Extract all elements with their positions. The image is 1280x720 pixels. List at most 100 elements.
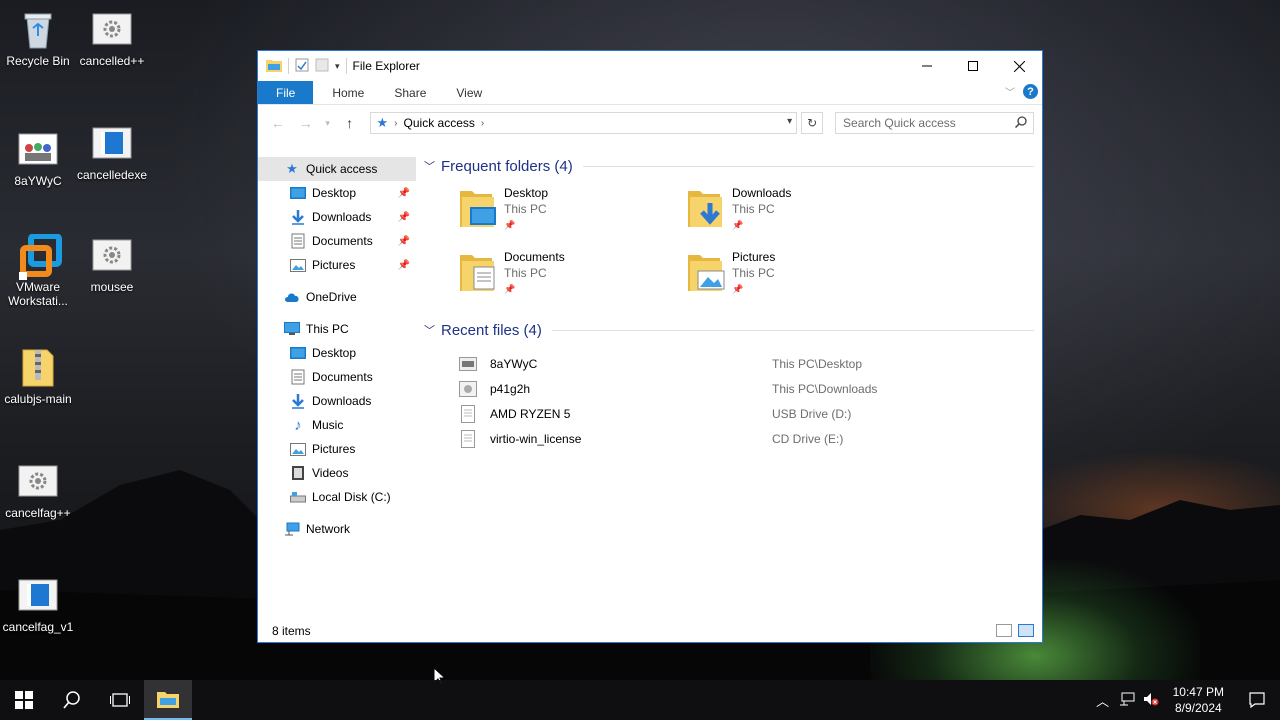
search-icon[interactable] <box>1014 116 1027 131</box>
navigation-pane[interactable]: ★ Quick access Desktop 📌 Downloads 📌 Doc… <box>258 151 416 620</box>
details-view-icon[interactable] <box>996 624 1012 637</box>
desktop-icon-cancelled-plus[interactable]: cancelled++ <box>74 8 150 68</box>
nav-pc-documents[interactable]: Documents <box>258 365 416 389</box>
nav-pc-videos[interactable]: Videos <box>258 461 416 485</box>
nav-onedrive[interactable]: OneDrive <box>258 285 416 309</box>
nav-quick-access[interactable]: ★ Quick access <box>258 157 416 181</box>
pin-icon[interactable]: 📌 <box>398 236 410 247</box>
pin-icon[interactable]: 📌 <box>398 188 410 199</box>
customize-toolbar-icon[interactable]: ▾ <box>335 61 340 72</box>
chevron-down-icon[interactable]: ﹀ <box>424 322 435 338</box>
nav-quick-documents[interactable]: Documents 📌 <box>258 229 416 253</box>
start-button[interactable] <box>0 680 48 720</box>
recent-files-header[interactable]: ﹀ Recent files (4) <box>424 317 1042 343</box>
search-icon <box>63 691 80 709</box>
app-window-icon <box>91 122 133 164</box>
nav-this-pc[interactable]: This PC <box>258 317 416 341</box>
volume-muted-icon[interactable] <box>1139 692 1163 709</box>
tab-home[interactable]: Home <box>317 81 379 104</box>
nav-pc-local-disk[interactable]: Local Disk (C:) <box>258 485 416 509</box>
videos-icon <box>290 465 306 481</box>
search-button[interactable] <box>48 680 96 720</box>
view-toggles <box>996 624 1034 637</box>
windows-logo-icon <box>15 691 33 709</box>
chevron-right-icon[interactable]: › <box>394 118 397 129</box>
desktop-icon-recycle-bin[interactable]: Recycle Bin <box>0 8 76 68</box>
folder-tile-documents[interactable]: Documents This PC 📌 <box>458 249 686 305</box>
expand-ribbon-icon[interactable]: ﹀ <box>1005 84 1015 99</box>
nav-label: Desktop <box>312 346 357 360</box>
pin-icon[interactable]: 📌 <box>398 260 410 271</box>
pin-icon[interactable]: 📌 <box>398 212 410 223</box>
folder-desktop-icon <box>458 185 498 229</box>
nav-network[interactable]: Network <box>258 517 416 541</box>
nav-label: Documents <box>312 370 373 384</box>
recent-locations-button[interactable]: ▾ <box>322 118 334 129</box>
chevron-down-icon[interactable]: ▾ <box>787 116 792 127</box>
list-item[interactable]: 8aYWyC This PC\Desktop <box>458 351 1042 376</box>
file-location: USB Drive (D:) <box>772 406 852 421</box>
desktop-icon-vmware[interactable]: VMware Workstati... <box>0 233 76 308</box>
nav-pc-downloads[interactable]: Downloads <box>258 389 416 413</box>
up-button[interactable]: ↑ <box>338 115 362 131</box>
new-folder-icon[interactable] <box>315 58 329 75</box>
desktop-icon-8aywyc[interactable]: 8aYWyC <box>0 128 76 188</box>
nav-pc-desktop[interactable]: Desktop <box>258 341 416 365</box>
nav-pc-pictures[interactable]: Pictures <box>258 437 416 461</box>
quick-access-star-icon: ★ <box>376 115 389 130</box>
minimize-button[interactable] <box>904 51 950 81</box>
title-bar[interactable]: ▾ File Explorer <box>258 51 1042 81</box>
clock[interactable]: 10:47 PM 8/9/2024 <box>1163 684 1234 716</box>
image-file-icon <box>458 379 478 399</box>
nav-label: Downloads <box>312 210 372 224</box>
search-input[interactable]: Search Quick access <box>835 112 1034 134</box>
drive-icon <box>290 489 306 505</box>
properties-icon[interactable] <box>295 58 309 75</box>
chevron-right-icon[interactable]: › <box>481 118 484 129</box>
action-center-button[interactable] <box>1234 680 1280 720</box>
breadcrumb-quick-access[interactable]: Quick access <box>404 116 475 130</box>
computer-icon <box>284 321 300 337</box>
chevron-down-icon[interactable]: ﹀ <box>424 158 435 174</box>
pin-icon: 📌 <box>732 284 744 294</box>
frequent-folders-grid: Desktop This PC 📌 Downloads This PC 📌 Do… <box>424 179 1042 315</box>
large-icons-view-icon[interactable] <box>1018 624 1034 637</box>
back-button[interactable]: ← <box>266 115 290 131</box>
file-explorer-window[interactable]: ▾ File Explorer File Home Share View ﹀ ?… <box>257 50 1043 643</box>
tab-file[interactable]: File <box>258 81 314 104</box>
folder-tile-downloads[interactable]: Downloads This PC 📌 <box>686 185 914 241</box>
folder-tile-desktop[interactable]: Desktop This PC 📌 <box>458 185 686 241</box>
desktop-icon-cancelfag-v1[interactable]: cancelfag_v1 <box>0 574 76 634</box>
list-item[interactable]: p41g2h This PC\Downloads <box>458 376 1042 401</box>
tab-view[interactable]: View <box>441 81 497 104</box>
pin-icon: 📌 <box>504 220 516 230</box>
nav-quick-pictures[interactable]: Pictures 📌 <box>258 253 416 277</box>
desktop-icon-calubjs-main[interactable]: calubjs-main <box>0 346 76 406</box>
nav-quick-downloads[interactable]: Downloads 📌 <box>258 205 416 229</box>
tab-share[interactable]: Share <box>379 81 441 104</box>
nav-quick-desktop[interactable]: Desktop 📌 <box>258 181 416 205</box>
forward-button[interactable]: → <box>294 115 318 131</box>
network-status-icon[interactable] <box>1115 692 1139 709</box>
desktop-icon-cancelledexe[interactable]: cancelledexe <box>74 122 150 182</box>
desktop-icon-cancelfag-plus[interactable]: cancelfag++ <box>0 460 76 520</box>
desktop-icon-label: cancelfag++ <box>5 506 71 520</box>
desktop-icon-mousee[interactable]: mousee <box>74 234 150 294</box>
content-pane[interactable]: ﹀ Frequent folders (4) Desktop This PC 📌 <box>416 151 1042 620</box>
task-view-button[interactable] <box>96 680 144 720</box>
status-bar: 8 items <box>258 620 1042 642</box>
address-bar[interactable]: ★ › Quick access › ▾ <box>369 112 798 134</box>
help-icon[interactable]: ? <box>1023 84 1038 99</box>
maximize-button[interactable] <box>950 51 996 81</box>
nav-label: Pictures <box>312 442 356 456</box>
chevron-up-icon[interactable]: ︿ <box>1091 691 1115 710</box>
frequent-folders-header[interactable]: ﹀ Frequent folders (4) <box>424 153 1042 179</box>
list-item[interactable]: AMD RYZEN 5 USB Drive (D:) <box>458 401 1042 426</box>
taskbar-file-explorer[interactable] <box>144 680 192 720</box>
list-item[interactable]: virtio-win_license CD Drive (E:) <box>458 426 1042 451</box>
folder-tile-pictures[interactable]: Pictures This PC 📌 <box>686 249 914 305</box>
close-button[interactable] <box>996 51 1042 81</box>
documents-icon <box>290 369 306 385</box>
nav-pc-music[interactable]: ♪ Music <box>258 413 416 437</box>
refresh-button[interactable]: ↻ <box>801 112 824 134</box>
